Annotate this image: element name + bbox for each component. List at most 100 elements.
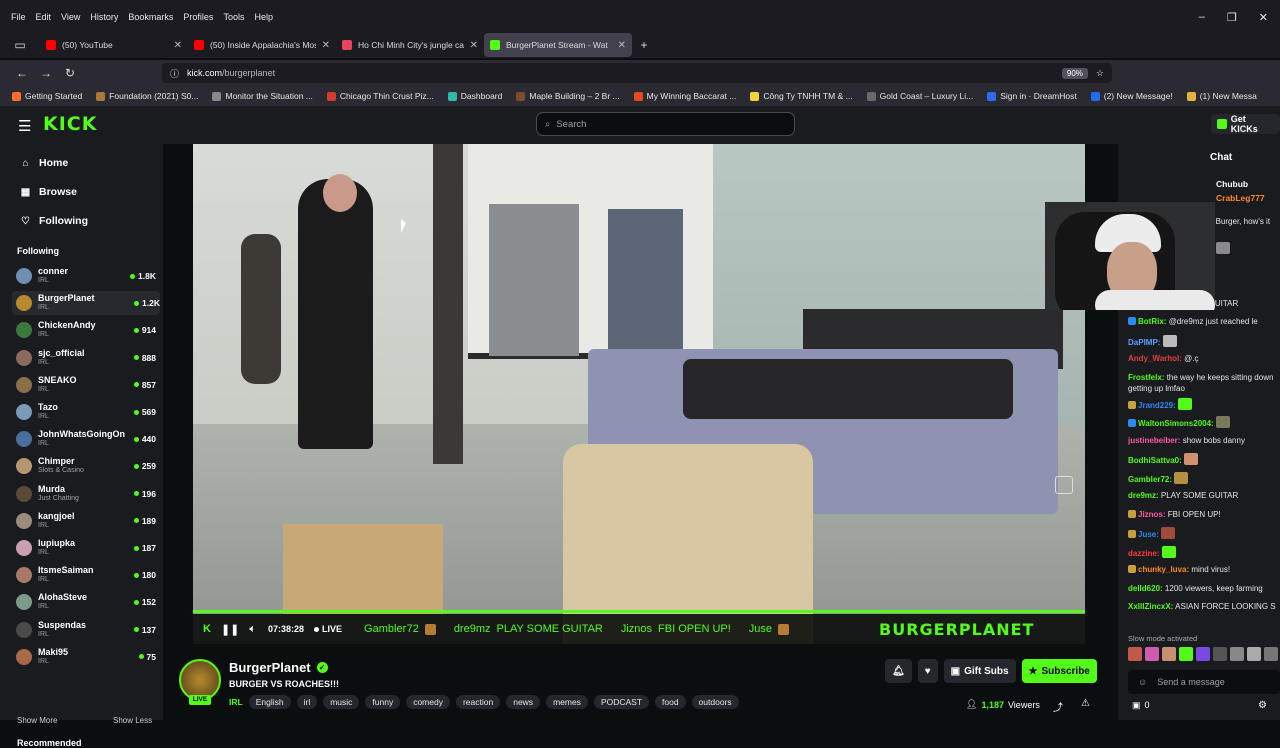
close-icon[interactable]: ✕ bbox=[1259, 11, 1268, 24]
chat-username[interactable]: delld620: bbox=[1128, 584, 1163, 593]
menu-item-view[interactable]: View bbox=[56, 12, 85, 22]
stream-tag[interactable]: reaction bbox=[455, 695, 501, 709]
browser-tab[interactable]: (50) Inside Appalachia's Most R ✕ bbox=[188, 33, 336, 57]
bookmark-star-icon[interactable]: ☆ bbox=[1096, 68, 1104, 79]
kicks-balance[interactable]: ▣ 0 bbox=[1132, 700, 1150, 711]
menu-item-profiles[interactable]: Profiles bbox=[178, 12, 218, 22]
channel-name[interactable]: BurgerPlanet bbox=[229, 660, 311, 675]
bookmark-item[interactable]: Công Ty TNHH TM & ... bbox=[750, 91, 853, 101]
menu-item-help[interactable]: Help bbox=[249, 12, 278, 22]
menu-item-history[interactable]: History bbox=[85, 12, 123, 22]
bookmark-item[interactable]: (1) New Messa bbox=[1186, 91, 1257, 101]
back-icon[interactable]: ← bbox=[10, 66, 34, 80]
bookmark-item[interactable]: Monitor the Situation ... bbox=[212, 91, 313, 101]
chat-username[interactable]: BotRix: bbox=[1138, 317, 1166, 326]
chat-username[interactable]: Jrand229: bbox=[1138, 401, 1176, 410]
tab-close-icon[interactable]: ✕ bbox=[618, 40, 626, 51]
stream-tag[interactable]: funny bbox=[365, 695, 401, 709]
chat-username[interactable]: dre9mz: bbox=[1128, 491, 1159, 500]
chat-settings-icon[interactable]: ⚙ bbox=[1258, 700, 1267, 711]
browser-tab[interactable]: (50) YouTube ✕ bbox=[40, 33, 188, 57]
chat-username[interactable]: BodhiSattva0: bbox=[1128, 456, 1182, 465]
notification-bell-button[interactable]: 🔔︎ bbox=[885, 659, 912, 683]
stream-tag[interactable]: outdoors bbox=[691, 695, 739, 709]
menu-item-tools[interactable]: Tools bbox=[218, 12, 249, 22]
chat-username[interactable]: DaPIMP: bbox=[1128, 338, 1160, 347]
browser-tab[interactable]: BurgerPlanet Stream - Wat ✕ bbox=[484, 33, 632, 57]
chat-username[interactable]: dazzine: bbox=[1128, 549, 1160, 558]
gift-subs-button[interactable]: ▣ Gift Subs bbox=[943, 659, 1016, 683]
bookmark-item[interactable]: Sign in · DreamHost bbox=[987, 91, 1077, 101]
emote-icon[interactable] bbox=[1247, 647, 1261, 661]
tab-close-icon[interactable]: ✕ bbox=[174, 40, 182, 51]
menu-icon[interactable]: ☰ bbox=[18, 117, 31, 135]
maximize-icon[interactable]: ❐ bbox=[1227, 11, 1237, 24]
bookmark-item[interactable]: Foundation (2021) S0... bbox=[96, 91, 198, 101]
emote-icon[interactable] bbox=[1145, 647, 1159, 661]
following-channel[interactable]: kangjoel IRL 189 bbox=[16, 509, 156, 533]
stream-tag[interactable]: PODCAST bbox=[593, 695, 650, 709]
following-channel[interactable]: Tazo IRL 569 bbox=[16, 400, 156, 424]
stream-tag[interactable]: news bbox=[506, 695, 541, 709]
emote-icon[interactable] bbox=[1213, 647, 1227, 661]
pause-icon[interactable]: ❚❚ bbox=[221, 623, 239, 636]
share-icon[interactable]: ⤴ bbox=[1053, 699, 1063, 714]
new-tab-icon[interactable]: + bbox=[632, 38, 656, 52]
chat-username[interactable]: chunky_luva: bbox=[1138, 565, 1189, 574]
video-player[interactable]: K ❚❚ 🔈︎ 07:38:28 LIVE Gamblег72 dre9mz PLA… bbox=[193, 144, 1085, 644]
emote-icon[interactable] bbox=[1162, 647, 1176, 661]
chat-username[interactable]: Juse: bbox=[1138, 530, 1159, 539]
bookmark-item[interactable]: Getting Started bbox=[12, 91, 82, 101]
sidebar-nav-following[interactable]: ♡ Following bbox=[20, 215, 88, 227]
browser-tab[interactable]: Ho Chi Minh City's jungle cafe c ✕ bbox=[336, 33, 484, 57]
show-less-button[interactable]: Show Less bbox=[113, 716, 152, 725]
chat-username[interactable]: Andy_Warhol: bbox=[1128, 354, 1182, 363]
volume-icon[interactable]: 🔈︎ bbox=[249, 623, 256, 636]
bookmark-item[interactable]: My Winning Baccarat ... bbox=[633, 91, 736, 101]
tab-close-icon[interactable]: ✕ bbox=[322, 40, 330, 51]
chat-username[interactable]: WaltonSimons2004: bbox=[1138, 419, 1214, 428]
sidebar-nav-home[interactable]: ⌂ Home bbox=[20, 157, 68, 169]
following-channel[interactable]: AlohaSteve IRL 152 bbox=[16, 590, 156, 614]
subscribe-button[interactable]: ★ Subscribe bbox=[1021, 659, 1097, 683]
menu-item-file[interactable]: File bbox=[6, 12, 31, 22]
bookmark-item[interactable]: Dashboard bbox=[447, 91, 502, 101]
emote-icon[interactable] bbox=[1196, 647, 1210, 661]
stream-tag[interactable]: memes bbox=[546, 695, 588, 709]
bookmark-item[interactable]: Gold Coast – Luxury Li... bbox=[866, 91, 973, 101]
stream-tag[interactable]: irl bbox=[296, 695, 318, 709]
chat-input[interactable]: ☺ Send a message bbox=[1128, 670, 1280, 694]
emote-picker-icon[interactable]: ☺ bbox=[1138, 677, 1147, 687]
following-channel[interactable]: SNEAKO IRL 857 bbox=[16, 373, 156, 397]
emote-icon[interactable] bbox=[1230, 647, 1244, 661]
bookmark-item[interactable]: Maple Building – 2 Br ... bbox=[516, 91, 620, 101]
tab-close-icon[interactable]: ✕ bbox=[470, 40, 478, 51]
chat-username[interactable]: Frostfelx: bbox=[1128, 373, 1164, 382]
chat-username[interactable]: Jiznos: bbox=[1138, 510, 1166, 519]
url-bar[interactable]: ⓘ kick.com/burgerplanet 90% ☆ bbox=[162, 63, 1112, 83]
emote-icon[interactable] bbox=[1264, 647, 1278, 661]
tab-list-icon[interactable]: ▭ bbox=[8, 38, 32, 52]
get-kicks-button[interactable]: Get KICKs bbox=[1211, 114, 1280, 134]
minimize-icon[interactable]: – bbox=[1199, 11, 1205, 24]
following-channel[interactable]: JohnWhatsGoingOn IRL 440 bbox=[16, 427, 156, 451]
stream-tag[interactable]: English bbox=[248, 695, 291, 709]
menu-item-bookmarks[interactable]: Bookmarks bbox=[123, 12, 178, 22]
following-channel[interactable]: ItsmeSaiman IRL 180 bbox=[16, 563, 156, 587]
bookmark-item[interactable]: (2) New Message! bbox=[1090, 91, 1173, 101]
following-channel[interactable]: Maki95 IRL 75 bbox=[16, 645, 156, 669]
report-icon[interactable]: ⚠ bbox=[1081, 698, 1090, 709]
following-channel[interactable]: lupiupka IRL 187 bbox=[16, 536, 156, 560]
video-progress-bar[interactable] bbox=[193, 610, 1085, 613]
chat-username[interactable]: justinebeiber: bbox=[1128, 436, 1180, 445]
follow-heart-button[interactable]: ♥ bbox=[917, 659, 938, 683]
following-channel[interactable]: Chimper Slots & Casino 259 bbox=[16, 454, 156, 478]
following-channel[interactable]: BurgerPlanet IRL 1.2K bbox=[12, 291, 160, 316]
reload-icon[interactable]: ↻ bbox=[58, 66, 82, 80]
show-more-button[interactable]: Show More bbox=[17, 716, 57, 725]
kick-logo[interactable]: KICK bbox=[43, 113, 97, 135]
emote-icon[interactable] bbox=[1128, 647, 1142, 661]
site-info-icon[interactable]: ⓘ bbox=[170, 67, 179, 80]
sidebar-nav-browse[interactable]: ▦ Browse bbox=[20, 186, 77, 198]
bookmark-item[interactable]: Chicago Thin Crust Piz... bbox=[326, 91, 434, 101]
